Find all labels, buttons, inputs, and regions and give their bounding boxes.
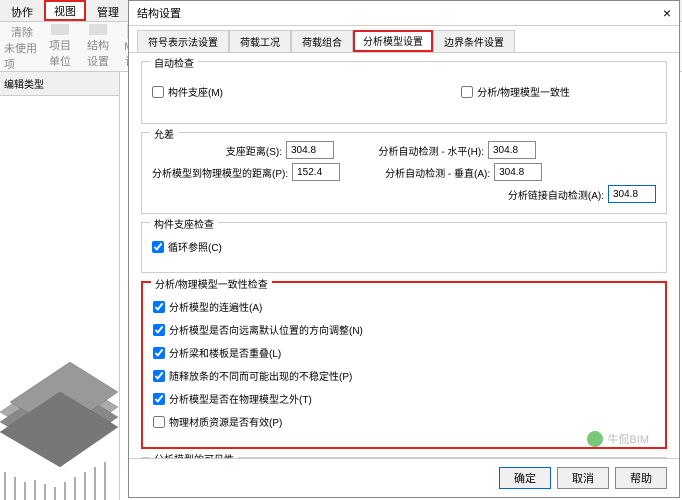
tab-symbol[interactable]: 符号表示法设置 xyxy=(137,30,229,52)
ribbon-tab-collab[interactable]: 协作 xyxy=(0,0,44,21)
ribbon-tab-manage[interactable]: 管理 xyxy=(86,0,130,21)
chk-cc-3[interactable] xyxy=(153,370,165,382)
group-consistency-check: 分析/物理模型一致性检查 分析模型的连遍性(A)分析模型是否向远离默认位置的方向… xyxy=(141,281,667,449)
lbl-support-dist: 支座距离(S): xyxy=(152,143,282,158)
structure-settings-dialog: 结构设置 × 符号表示法设置 荷载工况 荷载组合 分析模型设置 边界条件设置 自… xyxy=(128,0,680,498)
watermark-text: 牛侃BIM xyxy=(607,431,649,447)
ribbon-tab-view[interactable]: 视图 xyxy=(44,0,86,21)
dialog-buttons: 确定 取消 帮助 xyxy=(129,458,679,497)
group-title-visibility: 分析模型的可见性 xyxy=(150,451,238,458)
lbl-auto-h: 分析自动检测 - 水平(H): xyxy=(354,143,484,158)
group-title-support-check: 构件支座检查 xyxy=(150,216,218,231)
ribbon-btn-struct[interactable]: 结构设置 xyxy=(80,24,116,69)
lbl-cc-3: 随释放条的不同而可能出现的不稳定性(P) xyxy=(169,368,352,383)
input-support-dist[interactable] xyxy=(286,141,334,159)
lbl-phys-dist: 分析模型到物理模型的距离(P): xyxy=(152,165,288,180)
lbl-circular: 循环参照(C) xyxy=(168,239,222,254)
ribbon-btn-units[interactable]: 项目单位 xyxy=(42,24,78,69)
chk-cc-2[interactable] xyxy=(153,347,165,359)
input-link[interactable] xyxy=(608,185,656,203)
input-auto-v[interactable] xyxy=(494,163,542,181)
lbl-link: 分析链接自动检测(A): xyxy=(474,187,604,202)
help-button[interactable]: 帮助 xyxy=(615,467,667,489)
watermark: 牛侃BIM xyxy=(587,431,649,447)
side-label: 编辑类型 xyxy=(0,72,119,96)
lbl-cc-4: 分析模型是否在物理模型之外(T) xyxy=(169,391,312,406)
input-phys-dist[interactable] xyxy=(292,163,340,181)
close-icon[interactable]: × xyxy=(663,5,671,21)
tab-boundary[interactable]: 边界条件设置 xyxy=(433,30,515,52)
dialog-tabs: 符号表示法设置 荷载工况 荷载组合 分析模型设置 边界条件设置 xyxy=(129,26,679,53)
group-tolerance: 允差 支座距离(S): 分析自动检测 - 水平(H): 分析模型到物理模型的距离… xyxy=(141,132,667,214)
group-visibility: 分析模型的可见性 区分线性分析模型的端点(D) xyxy=(141,457,667,458)
dialog-title: 结构设置 xyxy=(137,5,181,21)
chk-circular[interactable] xyxy=(152,241,164,253)
units-icon xyxy=(51,24,69,35)
ribbon-btn-purge[interactable]: 清除未使用项 xyxy=(4,24,40,69)
chk-consistency[interactable] xyxy=(461,86,473,98)
cancel-button[interactable]: 取消 xyxy=(557,467,609,489)
lbl-member-support: 构件支座(M) xyxy=(168,84,223,99)
input-auto-h[interactable] xyxy=(488,141,536,159)
dialog-titlebar: 结构设置 × xyxy=(129,1,679,26)
lbl-consistency: 分析/物理模型一致性 xyxy=(477,84,570,99)
group-title-tolerance: 允差 xyxy=(150,126,178,141)
dialog-content: 自动检查 构件支座(M) 分析/物理模型一致性 允差 支座距离(S): 分析自动… xyxy=(129,53,679,458)
chk-cc-1[interactable] xyxy=(153,324,165,336)
lbl-auto-v: 分析自动检测 - 垂直(A): xyxy=(360,165,490,180)
tab-loadcombo[interactable]: 荷载组合 xyxy=(291,30,353,52)
model-3d-view[interactable] xyxy=(0,172,118,500)
struct-icon xyxy=(89,24,107,35)
group-title-consistency: 分析/物理模型一致性检查 xyxy=(151,276,272,291)
chk-cc-0[interactable] xyxy=(153,301,165,313)
chk-cc-4[interactable] xyxy=(153,393,165,405)
tab-loadcase[interactable]: 荷载工况 xyxy=(229,30,291,52)
chk-cc-5[interactable] xyxy=(153,416,165,428)
tab-analysis-model[interactable]: 分析模型设置 xyxy=(353,30,433,52)
lbl-cc-5: 物理材质资源是否有效(P) xyxy=(169,414,282,429)
lbl-cc-0: 分析模型的连遍性(A) xyxy=(169,299,262,314)
wechat-icon xyxy=(587,431,603,447)
lbl-cc-2: 分析梁和楼板是否重叠(L) xyxy=(169,345,281,360)
group-title-autocheck: 自动检查 xyxy=(150,55,198,70)
side-panel: 编辑类型 xyxy=(0,72,120,500)
chk-member-support[interactable] xyxy=(152,86,164,98)
group-autocheck: 自动检查 构件支座(M) 分析/物理模型一致性 xyxy=(141,61,667,124)
ok-button[interactable]: 确定 xyxy=(499,467,551,489)
group-support-check: 构件支座检查 循环参照(C) xyxy=(141,222,667,273)
lbl-cc-1: 分析模型是否向远离默认位置的方向调整(N) xyxy=(169,322,363,337)
